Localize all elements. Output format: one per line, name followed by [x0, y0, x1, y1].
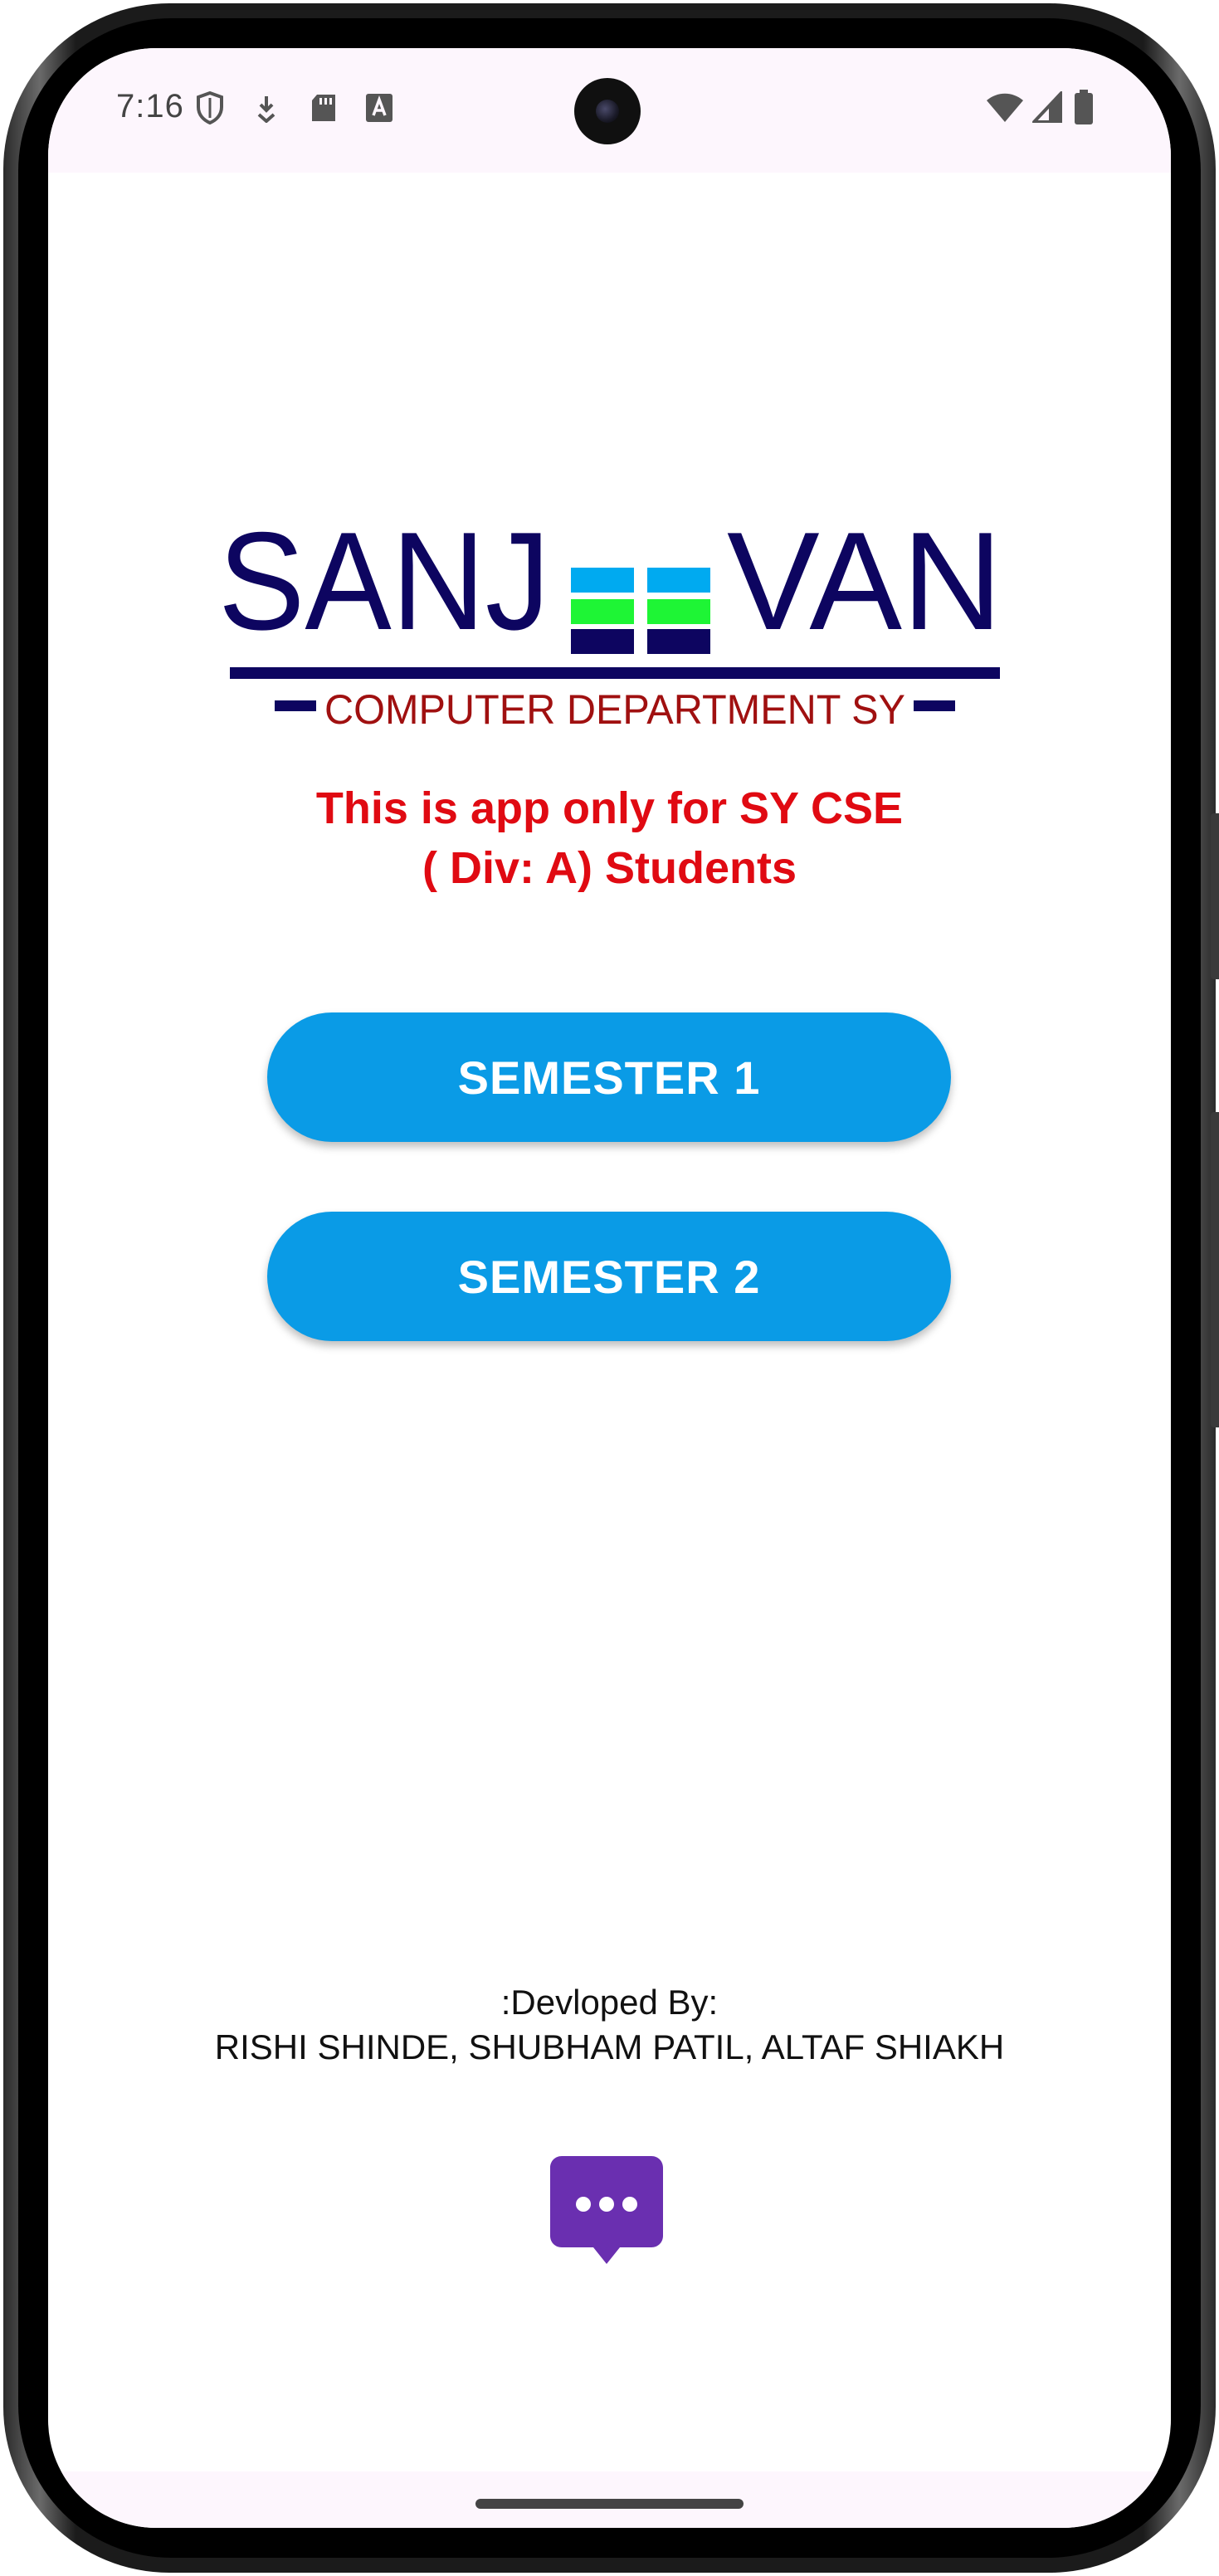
logo-bars-icon: [571, 568, 710, 654]
power-button: [1211, 813, 1219, 979]
credits-heading: :Devloped By:: [500, 1983, 719, 2022]
wifi-icon: [987, 93, 1023, 122]
sd-card-icon: [312, 95, 335, 121]
logo-text-left: SANJ: [218, 513, 550, 659]
signal-icon: [1032, 91, 1062, 123]
shield-icon: [197, 91, 223, 124]
semester-2-button[interactable]: SEMESTER 2: [267, 1212, 951, 1341]
keyboard-a-icon: [366, 94, 393, 122]
status-time: 7:16: [116, 88, 184, 124]
download-icon: [257, 96, 275, 123]
home-indicator[interactable]: [475, 2499, 744, 2509]
volume-button: [1211, 1112, 1219, 1427]
semester-1-button[interactable]: SEMESTER 1: [267, 1012, 951, 1142]
logo-subtitle: COMPUTER DEPARTMENT SY: [324, 686, 905, 733]
chat-bubble-icon[interactable]: [550, 2156, 663, 2269]
device: 7:16 SANJ VAN COMPUTER DEPARTMENT SY Thi…: [0, 0, 1219, 2576]
credits: :Devloped By: RISHI SHINDE, SHUBHAM PATI…: [48, 1980, 1171, 2070]
app-screen: 7:16 SANJ VAN COMPUTER DEPARTMENT SY Thi…: [48, 48, 1171, 2528]
sanjeevan-logo: SANJ VAN COMPUTER DEPARTMENT SY: [218, 513, 1002, 733]
logo-text-right: VAN: [727, 513, 1002, 659]
info-line-1: This is app only for SY CSE: [315, 783, 904, 833]
info-line-2: ( Div: A) Students: [422, 843, 797, 893]
battery-icon: [1075, 90, 1093, 124]
front-camera: [574, 78, 641, 144]
info-message: This is app only for SY CSE ( Div: A) St…: [48, 778, 1171, 898]
credits-names: RISHI SHINDE, SHUBHAM PATIL, ALTAF SHIAK…: [214, 2027, 1005, 2066]
status-bar: 7:16: [48, 48, 1171, 173]
